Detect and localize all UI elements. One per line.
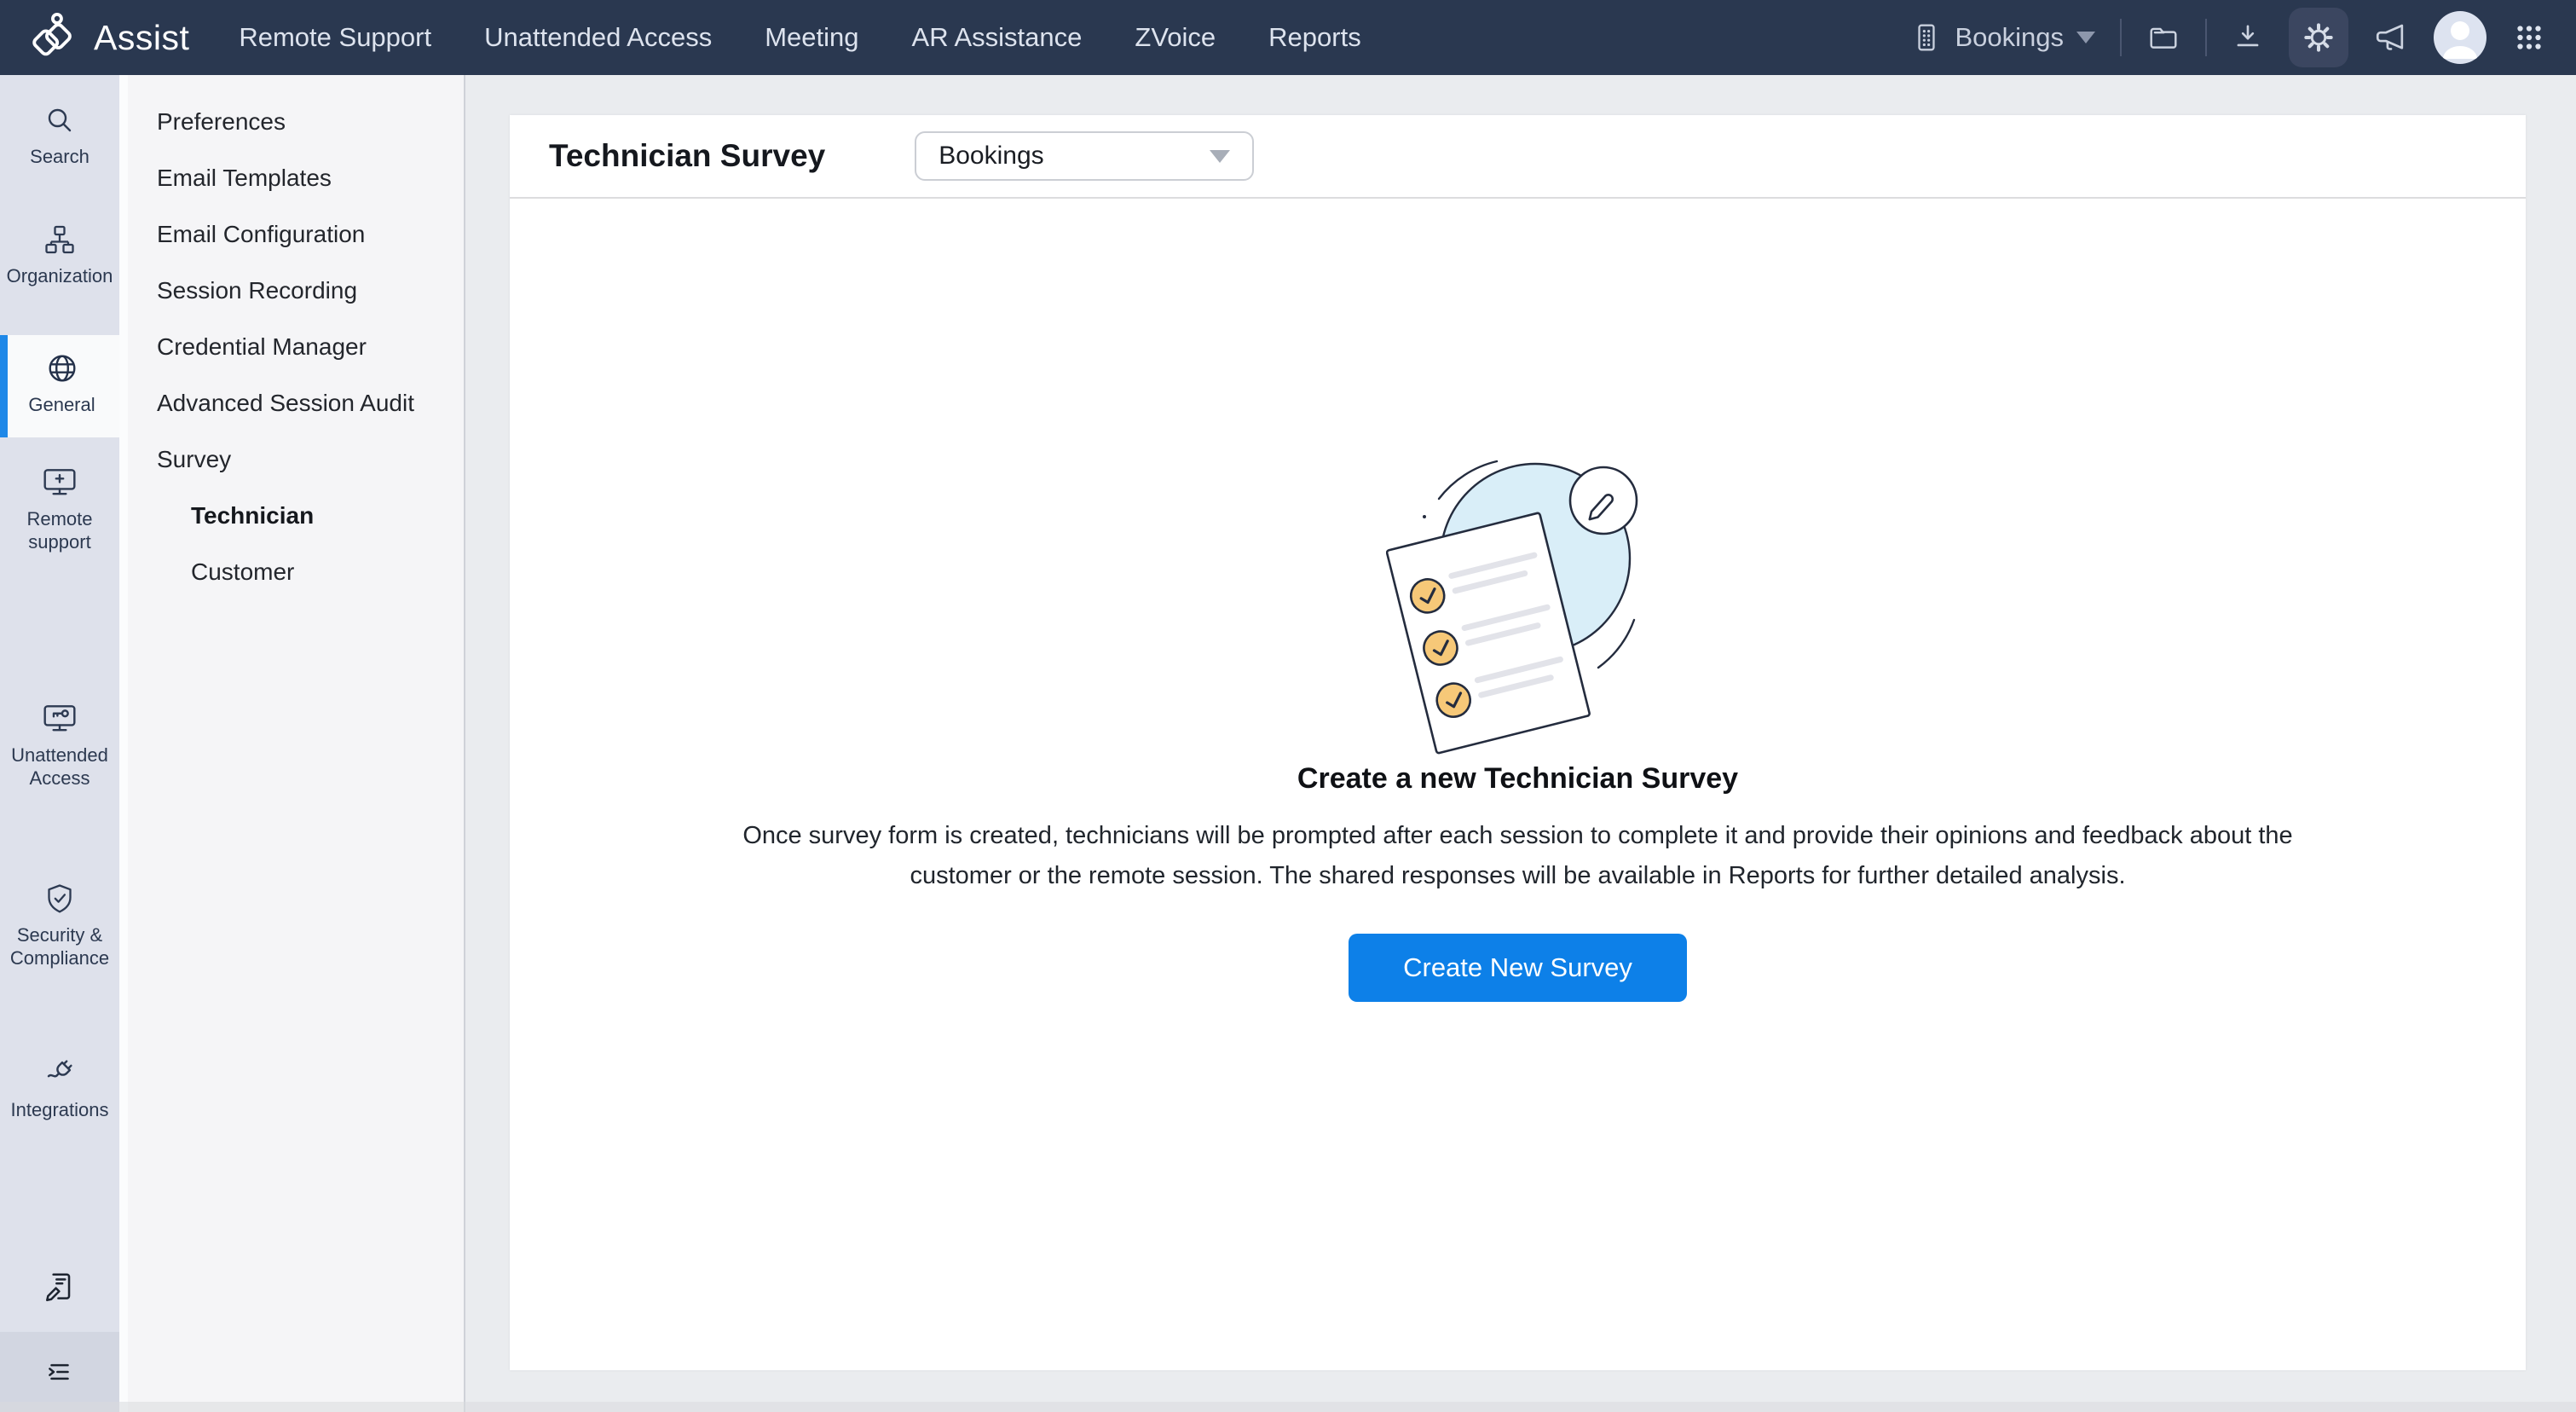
apps-grid-button[interactable] <box>2511 20 2547 55</box>
feedback-icon <box>42 1270 78 1305</box>
department-dropdown-value: Bookings <box>939 142 1043 171</box>
nav-item-remote-support[interactable]: Remote Support <box>239 22 431 53</box>
announcements-button[interactable] <box>2373 20 2409 55</box>
download-icon <box>2232 21 2264 54</box>
create-new-survey-button[interactable]: Create New Survey <box>1349 934 1687 1002</box>
main-content: Technician Survey Bookings <box>465 75 2576 1412</box>
nav-item-unattended-access[interactable]: Unattended Access <box>484 22 712 53</box>
avatar[interactable] <box>2434 11 2486 64</box>
spacer <box>0 1126 119 1265</box>
chevron-down-icon <box>2076 32 2095 43</box>
top-navigation: Assist Remote Support Unattended Access … <box>0 0 2576 75</box>
settings-menu: Preferences Email Templates Email Config… <box>128 75 465 1412</box>
assist-logo-icon <box>31 12 78 63</box>
collapse-sidebar-icon <box>43 1356 76 1388</box>
shield-check-icon <box>43 882 76 915</box>
sidebar-item-integrations[interactable]: Integrations <box>0 1050 119 1127</box>
collapse-sidebar-button[interactable] <box>0 1332 119 1412</box>
empty-state: Create a new Technician Survey Once surv… <box>510 199 2526 1002</box>
apps-grid-icon <box>2511 20 2547 55</box>
settings-button[interactable] <box>2289 8 2348 67</box>
download-button[interactable] <box>2232 21 2264 54</box>
nav-item-ar-assistance[interactable]: AR Assistance <box>912 22 1083 53</box>
divider <box>2205 19 2207 56</box>
window-bottom-edge <box>0 1402 2576 1412</box>
page-title: Technician Survey <box>549 138 825 174</box>
org-switcher[interactable]: Bookings <box>1911 22 2095 53</box>
assist-logo[interactable]: Assist <box>31 12 189 63</box>
empty-state-description: Once survey form is created, technicians… <box>742 816 2294 896</box>
person-icon <box>2434 11 2486 64</box>
search-icon <box>44 106 75 136</box>
folder-button[interactable] <box>2146 22 2180 53</box>
menu-item-session-recording[interactable]: Session Recording <box>128 263 464 319</box>
feedback-button[interactable] <box>0 1265 119 1310</box>
menu-item-email-configuration[interactable]: Email Configuration <box>128 206 464 263</box>
primary-nav: Remote Support Unattended Access Meeting… <box>239 22 1360 53</box>
monitor-plus-icon <box>42 465 78 499</box>
divider <box>2120 19 2122 56</box>
menu-item-technician[interactable]: Technician <box>128 488 464 544</box>
sidebar-item-security-compliance[interactable]: Security & Compliance <box>0 877 119 975</box>
menu-item-credential-manager[interactable]: Credential Manager <box>128 319 464 375</box>
card-header: Technician Survey Bookings <box>510 115 2526 199</box>
nav-item-reports[interactable]: Reports <box>1268 22 1361 53</box>
technician-survey-card: Technician Survey Bookings <box>510 115 2526 1370</box>
sidebar-item-organization[interactable]: Organization <box>0 218 119 293</box>
monitor-key-icon <box>42 701 78 735</box>
department-dropdown[interactable]: Bookings <box>915 131 1254 181</box>
menu-item-preferences[interactable]: Preferences <box>128 94 464 150</box>
plug-icon <box>43 1056 77 1090</box>
sidebar-item-remote-support[interactable]: Remote support <box>0 460 119 559</box>
gear-icon <box>2302 20 2336 55</box>
menu-item-email-templates[interactable]: Email Templates <box>128 150 464 206</box>
sidebar-item-search[interactable]: Search <box>0 101 119 174</box>
empty-state-heading: Create a new Technician Survey <box>510 762 2526 796</box>
icon-rail-sidebar: Search Organization General <box>0 75 119 1412</box>
org-chart-icon <box>43 223 77 256</box>
chevron-down-icon <box>1210 150 1230 163</box>
menu-item-advanced-session-audit[interactable]: Advanced Session Audit <box>128 375 464 431</box>
menu-item-customer[interactable]: Customer <box>128 544 464 600</box>
brand-name: Assist <box>94 18 189 58</box>
rail-gutter <box>119 75 128 1412</box>
globe-icon <box>46 352 78 385</box>
survey-illustration <box>1386 439 1650 756</box>
topnav-right-cluster: Bookings <box>1911 8 2547 67</box>
nav-item-zvoice[interactable]: ZVoice <box>1135 22 1216 53</box>
folder-icon <box>2146 22 2180 53</box>
menu-item-survey[interactable]: Survey <box>128 431 464 488</box>
sidebar-item-unattended-access[interactable]: Unattended Access <box>0 696 119 796</box>
megaphone-icon <box>2373 20 2409 55</box>
org-switcher-value: Bookings <box>1955 22 2064 53</box>
sidebar-item-general[interactable]: General <box>0 335 119 437</box>
nav-item-meeting[interactable]: Meeting <box>765 22 858 53</box>
building-icon <box>1911 22 1942 53</box>
